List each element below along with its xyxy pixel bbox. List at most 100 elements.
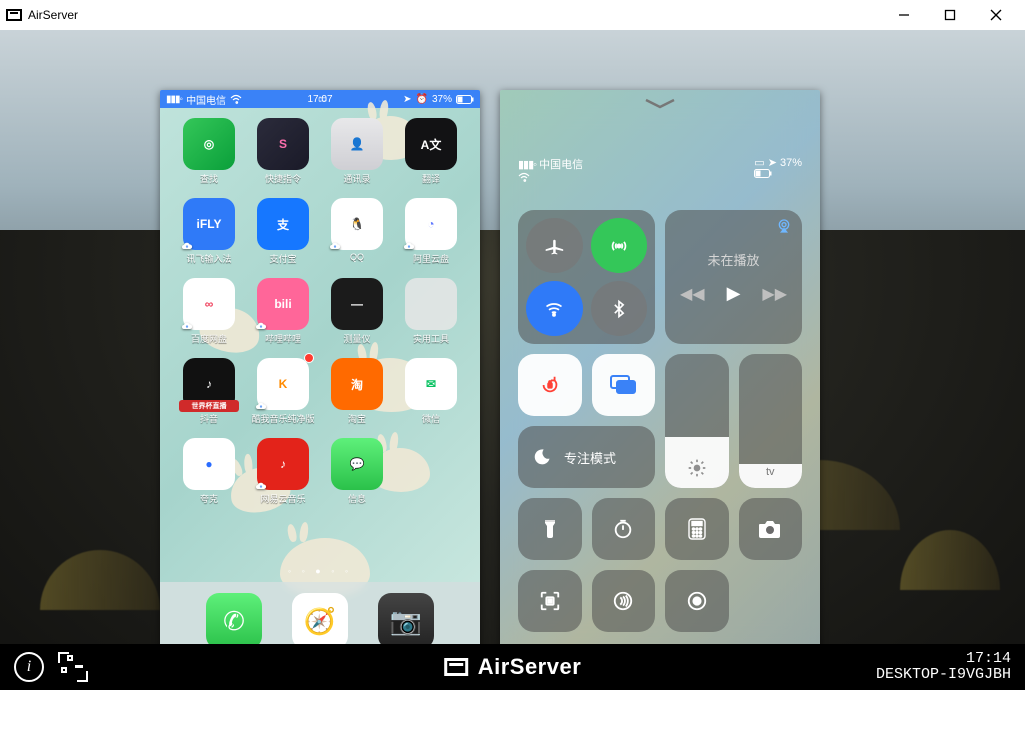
app-label: 阿里云盘 — [413, 252, 449, 265]
app-酷我音乐纯净版[interactable]: K酷我音乐纯净版 — [248, 358, 318, 434]
mirrored-device-homescreen[interactable]: ▮▮▮◦ 中国电信 ▭ 17:07 ➤ ⏰ 37% ◎查找S快捷指令👤通讯录A文… — [160, 90, 480, 660]
window-close-button[interactable] — [973, 0, 1019, 30]
signal-icon: ▮▮▮◦ — [166, 94, 182, 105]
alarm-icon: ⏰ — [416, 94, 428, 105]
battery-icon — [754, 169, 802, 178]
screen-mirroring-button[interactable] — [592, 354, 656, 416]
app-快捷指令[interactable]: S快捷指令 — [248, 118, 318, 194]
airplay-icon: ▭ — [754, 157, 764, 169]
flashlight-button[interactable] — [518, 498, 582, 560]
control-center-grid: 未在播放 ◀◀ ▶ ▶▶ — [518, 210, 802, 648]
calculator-button[interactable] — [665, 498, 729, 560]
orientation-lock-toggle[interactable] — [518, 354, 582, 416]
app-label: 抖音 — [200, 412, 218, 425]
now-playing-tile[interactable]: 未在播放 ◀◀ ▶ ▶▶ — [665, 210, 802, 344]
focus-mode-button[interactable]: 专注模式 — [518, 426, 655, 488]
cloud-download-icon — [181, 240, 193, 252]
clock-label: 17:07 — [307, 94, 332, 105]
dismiss-chevron-icon[interactable] — [642, 96, 678, 110]
app-查找[interactable]: ◎查找 — [174, 118, 244, 194]
wifi-toggle[interactable] — [526, 281, 583, 336]
volume-slider[interactable]: tv — [739, 354, 803, 488]
app-讯飞输入法[interactable]: iFLY讯飞输入法 — [174, 198, 244, 274]
signal-icon: ▮▮▮◦ — [518, 159, 536, 171]
info-button[interactable]: i — [14, 652, 44, 682]
cloud-download-icon — [329, 240, 341, 252]
app-logo-icon — [444, 658, 468, 676]
location-icon: ➤ — [768, 157, 777, 169]
app-logo-icon — [6, 9, 22, 21]
window-minimize-button[interactable] — [881, 0, 927, 30]
mirrored-device-control-center[interactable]: ▮▮▮◦ 中国电信 ▭ ➤ 37% — [500, 90, 820, 660]
screen-record-button[interactable] — [665, 570, 729, 632]
dock-相机[interactable]: 📷 — [378, 593, 434, 649]
app-label: 信息 — [348, 492, 366, 505]
nfc-button[interactable] — [592, 570, 656, 632]
next-track-icon[interactable]: ▶▶ — [762, 284, 787, 304]
app-label: 讯飞输入法 — [186, 252, 231, 265]
window-maximize-button[interactable] — [927, 0, 973, 30]
carrier-label: 中国电信 — [186, 92, 226, 107]
app-淘宝[interactable]: 淘淘宝 — [322, 358, 392, 434]
app-支付宝[interactable]: 支支付宝 — [248, 198, 318, 274]
app-label: 百度网盘 — [191, 332, 227, 345]
carrier-label: 中国电信 — [539, 159, 583, 171]
qr-scan-button[interactable] — [518, 570, 582, 632]
page-indicator[interactable]: ◦ ◦ ● ◦ ◦ — [160, 566, 480, 576]
app-QQ[interactable]: 🐧QQ — [322, 198, 392, 274]
app-label: 淘宝 — [348, 412, 366, 425]
app-label: 查找 — [200, 172, 218, 185]
brightness-slider[interactable] — [665, 354, 729, 488]
app-实用工具[interactable]: 实用工具 — [396, 278, 466, 354]
footer-time: 17:14 — [876, 651, 1011, 668]
app-测量仪[interactable]: —测量仪 — [322, 278, 392, 354]
cloud-download-icon — [255, 480, 267, 492]
app-label: 测量仪 — [343, 332, 370, 345]
cloud-download-icon — [255, 400, 267, 412]
wifi-icon — [230, 94, 242, 104]
app-label: 快捷指令 — [265, 172, 301, 185]
cellular-data-toggle[interactable] — [591, 218, 648, 273]
app-翻译[interactable]: A文翻译 — [396, 118, 466, 194]
app-label: 实用工具 — [413, 332, 449, 345]
dock-Safari[interactable]: 🧭 — [292, 593, 348, 649]
app-哔哩哔哩[interactable]: bili哔哩哔哩 — [248, 278, 318, 354]
app-label: 翻译 — [422, 172, 440, 185]
timer-button[interactable] — [592, 498, 656, 560]
airplay-audio-icon[interactable] — [776, 218, 792, 234]
battery-label: 37% — [780, 157, 802, 169]
play-icon[interactable]: ▶ — [727, 283, 741, 304]
app-夸克[interactable]: ●夸克 — [174, 438, 244, 514]
prev-track-icon[interactable]: ◀◀ — [680, 284, 705, 304]
app-通讯录[interactable]: 👤通讯录 — [322, 118, 392, 194]
window-title: AirServer — [28, 8, 78, 22]
camera-button[interactable] — [739, 498, 803, 560]
cloud-download-icon — [403, 240, 415, 252]
cc-status-row: ▮▮▮◦ 中国电信 ▭ ➤ 37% — [518, 156, 802, 182]
app-label: 支付宝 — [269, 252, 296, 265]
connectivity-tile[interactable] — [518, 210, 655, 344]
app-百度网盘[interactable]: ∞百度网盘 — [174, 278, 244, 354]
battery-icon — [456, 95, 474, 104]
footer-clock-host: 17:14 DESKTOP-I9VGJBH — [876, 651, 1011, 684]
app-阿里云盘[interactable]: ◔阿里云盘 — [396, 198, 466, 274]
app-label: 夸克 — [200, 492, 218, 505]
battery-label: 37% — [432, 94, 452, 105]
app-抖音[interactable]: ♪世界杯直播抖音 — [174, 358, 244, 434]
bluetooth-toggle[interactable] — [591, 281, 648, 336]
empty-tile — [739, 570, 803, 632]
app-微信[interactable]: ✉微信 — [396, 358, 466, 434]
app-label: 酷我音乐纯净版 — [251, 412, 314, 425]
app-网易云音乐[interactable]: ♪网易云音乐 — [248, 438, 318, 514]
dock-电话[interactable]: ✆ — [206, 593, 262, 649]
volume-glyph: tv — [766, 466, 775, 478]
wifi-icon — [518, 172, 583, 182]
app-信息[interactable]: 💬信息 — [322, 438, 392, 514]
window-titlebar: AirServer — [0, 0, 1025, 30]
moon-icon — [532, 447, 552, 467]
airplane-mode-toggle[interactable] — [526, 218, 583, 273]
brightness-icon — [687, 458, 707, 478]
qr-code-button[interactable] — [58, 652, 88, 682]
app-grid: ◎查找S快捷指令👤通讯录A文翻译 iFLY讯飞输入法支支付宝🐧QQ◔阿里云盘 ∞百度… — [160, 118, 480, 560]
now-playing-label: 未在播放 — [707, 250, 759, 269]
